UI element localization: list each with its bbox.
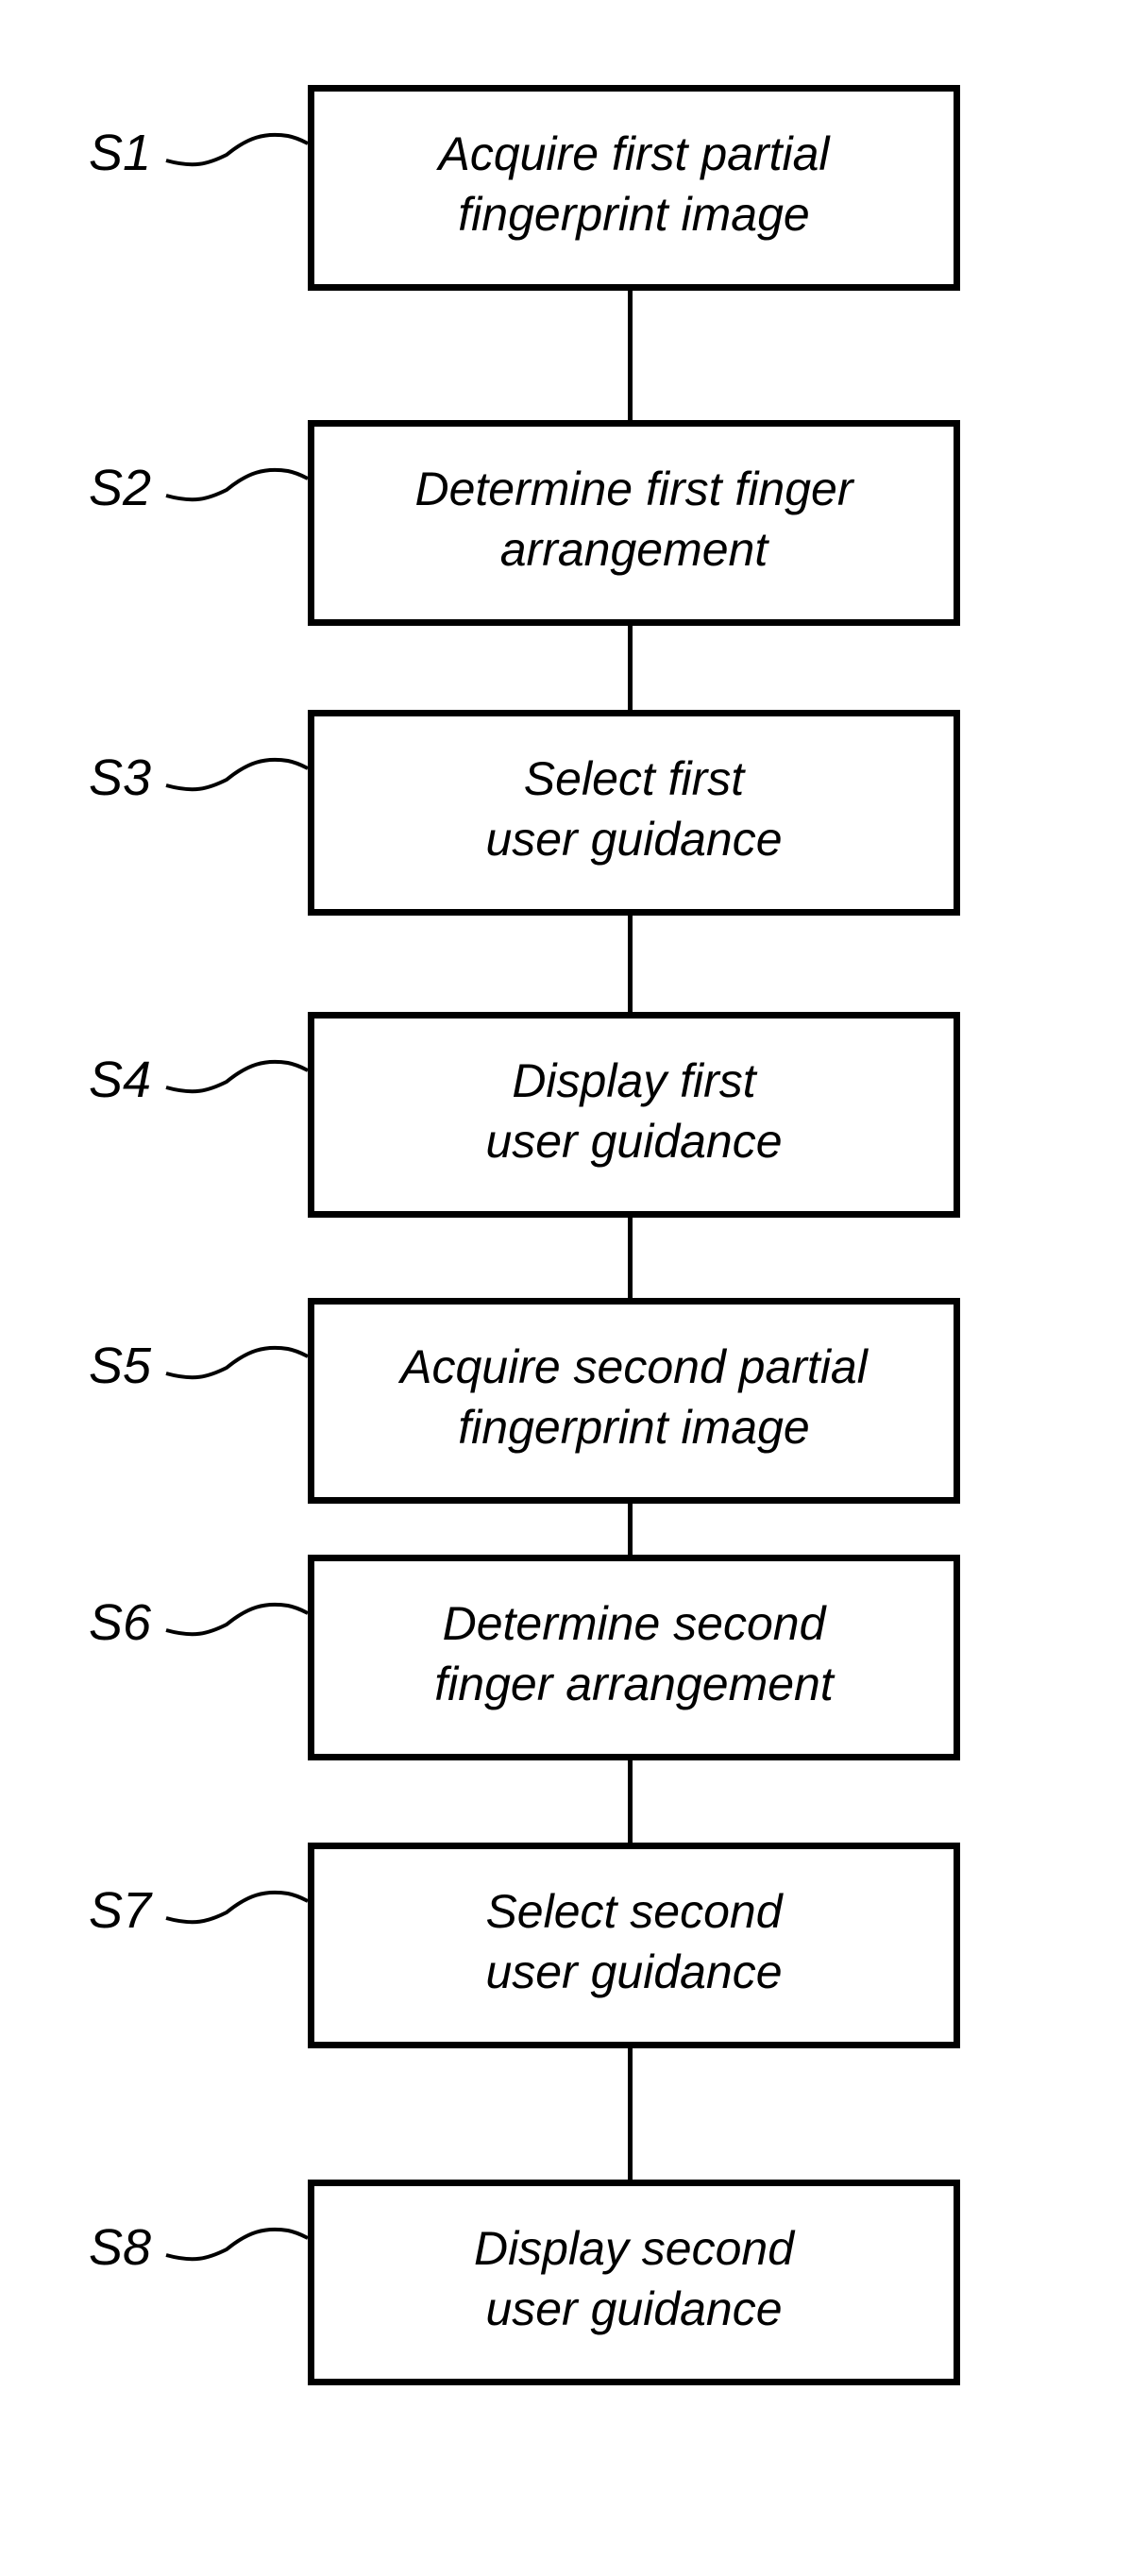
- step-box-s7: Select second user guidance: [308, 1843, 960, 2048]
- step-box-s5: Acquire second partial fingerprint image: [308, 1298, 960, 1504]
- step-box-s6: Determine second finger arrangement: [308, 1555, 960, 1760]
- connector-s5-s6: [628, 1504, 633, 1555]
- leader-line-s8: [165, 2227, 309, 2262]
- step-box-s4: Display first user guidance: [308, 1012, 960, 1218]
- step-text-s3: Select first user guidance: [485, 752, 783, 866]
- step-label-s8: S8: [89, 2219, 152, 2276]
- leader-line-s1: [165, 132, 309, 167]
- leader-line-s3: [165, 757, 309, 792]
- step-label-s6: S6: [89, 1594, 152, 1651]
- leader-line-s4: [165, 1059, 309, 1094]
- step-text-s5: Acquire second partial fingerprint image: [400, 1340, 868, 1454]
- step-box-s3: Select first user guidance: [308, 710, 960, 916]
- connector-s1-s2: [628, 291, 633, 420]
- connector-s3-s4: [628, 916, 633, 1012]
- leader-line-s7: [165, 1890, 309, 1925]
- leader-line-s2: [165, 467, 309, 502]
- leader-line-s6: [165, 1602, 309, 1637]
- step-text-s4: Display first user guidance: [485, 1054, 783, 1168]
- step-text-s2: Determine first finger arrangement: [414, 463, 853, 576]
- connector-s4-s5: [628, 1218, 633, 1298]
- step-text-s1: Acquire first partial fingerprint image: [438, 127, 830, 241]
- step-box-s1: Acquire first partial fingerprint image: [308, 85, 960, 291]
- leader-line-s5: [165, 1345, 309, 1380]
- step-label-s3: S3: [89, 749, 152, 806]
- step-label-s4: S4: [89, 1052, 152, 1108]
- connector-s6-s7: [628, 1760, 633, 1843]
- step-label-s1: S1: [89, 125, 152, 181]
- step-text-s7: Select second user guidance: [485, 1885, 783, 1998]
- step-box-s2: Determine first finger arrangement: [308, 420, 960, 626]
- step-label-s7: S7: [89, 1882, 152, 1939]
- step-text-s6: Determine second finger arrangement: [434, 1597, 834, 1710]
- step-box-s8: Display second user guidance: [308, 2180, 960, 2385]
- connector-s7-s8: [628, 2048, 633, 2180]
- step-label-s2: S2: [89, 460, 152, 516]
- step-text-s8: Display second user guidance: [473, 2222, 795, 2335]
- connector-s2-s3: [628, 626, 633, 710]
- step-label-s5: S5: [89, 1338, 152, 1394]
